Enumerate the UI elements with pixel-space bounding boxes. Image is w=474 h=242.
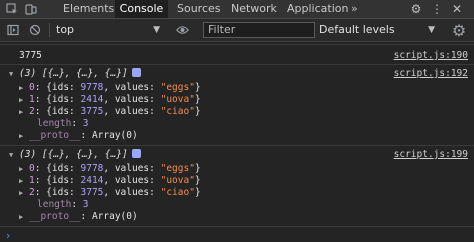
clear-console-icon[interactable] xyxy=(28,23,42,37)
source-link[interactable]: script.js:199 xyxy=(394,149,468,160)
info-badge-icon xyxy=(131,68,141,77)
expand-triangle-icon[interactable]: ▶ xyxy=(19,189,23,197)
toolbar-divider xyxy=(49,23,50,37)
console-message: 3775 script.js:190 xyxy=(0,50,474,64)
tree-item[interactable]: ▶ 2: {ids: 3775, values: "ciao"} xyxy=(0,187,474,199)
expand-triangle-icon[interactable]: ▼ xyxy=(9,151,13,159)
expand-triangle-icon[interactable]: ▶ xyxy=(19,132,23,140)
tab-network[interactable]: Network xyxy=(231,0,277,18)
array-summary: (3) [{…}, {…}, {…}] xyxy=(19,68,141,79)
logged-value: 3775 xyxy=(19,50,42,61)
more-tabs-button[interactable]: » xyxy=(351,0,358,18)
expand-triangle-icon[interactable]: ▼ xyxy=(9,70,13,78)
log-levels-dropdown[interactable]: Default levels ▼ xyxy=(319,22,437,38)
expand-triangle-icon[interactable]: ▶ xyxy=(19,84,23,92)
source-link[interactable]: script.js:192 xyxy=(394,68,468,79)
expand-triangle-icon[interactable]: ▶ xyxy=(19,177,23,185)
show-sidebar-icon[interactable] xyxy=(6,23,20,37)
tree-item[interactable]: ▶ 1: {ids: 2414, values: "uova"} xyxy=(0,175,474,187)
tree-item[interactable]: ▶ __proto__: Array(0) xyxy=(0,130,474,142)
console-settings-gear-icon[interactable]: ⚙ xyxy=(452,21,466,40)
tree-item: length: 3 xyxy=(37,199,89,210)
tab-application[interactable]: Application xyxy=(287,0,348,18)
settings-gear-icon[interactable]: ⚙ xyxy=(409,2,423,16)
divider xyxy=(0,226,474,227)
tree-item: length: 3 xyxy=(37,118,89,129)
expand-triangle-icon[interactable]: ▶ xyxy=(19,108,23,116)
divider xyxy=(0,44,474,45)
tab-elements[interactable]: Elements xyxy=(63,0,114,18)
console-prompt[interactable]: › xyxy=(6,229,10,242)
live-expression-eye-icon[interactable] xyxy=(175,23,189,37)
array-summary: (3) [{…}, {…}, {…}] xyxy=(19,149,141,160)
log-levels-value: Default levels xyxy=(319,23,395,36)
source-link[interactable]: script.js:190 xyxy=(394,50,468,61)
divider xyxy=(0,145,474,146)
chevron-down-icon: ▼ xyxy=(428,25,435,35)
device-toolbar-icon[interactable] xyxy=(24,2,38,16)
tree-item[interactable]: ▶ 0: {ids: 9778, values: "eggs"} xyxy=(0,163,474,175)
inspect-element-icon[interactable] xyxy=(5,2,19,16)
expand-triangle-icon[interactable]: ▶ xyxy=(19,96,23,104)
console-message[interactable]: ▼ (3) [{…}, {…}, {…}] script.js:199 xyxy=(0,149,474,163)
tree-item[interactable]: ▶ 0: {ids: 9778, values: "eggs"} xyxy=(0,82,474,94)
console-toolbar: top ▼ Filter Default levels ▼ ⚙ xyxy=(0,19,474,42)
context-value: top xyxy=(56,23,75,36)
chevron-down-icon: ▼ xyxy=(153,25,160,35)
tree-item[interactable]: ▶ 2: {ids: 3775, values: "ciao"} xyxy=(0,106,474,118)
expand-triangle-icon[interactable]: ▶ xyxy=(19,213,23,221)
filter-input[interactable]: Filter xyxy=(203,22,315,38)
tab-console[interactable]: Console xyxy=(115,0,168,18)
devtools-tabbar: Elements Console Sources Network Applica… xyxy=(0,0,474,19)
tree-item[interactable]: ▶ __proto__: Array(0) xyxy=(0,211,474,223)
info-badge-icon xyxy=(131,149,141,158)
tree-item[interactable]: ▶ 1: {ids: 2414, values: "uova"} xyxy=(0,94,474,106)
expand-triangle-icon[interactable]: ▶ xyxy=(19,165,23,173)
kebab-menu-icon[interactable]: ⋮ xyxy=(430,2,444,16)
context-selector[interactable]: top ▼ xyxy=(56,22,162,38)
console-message[interactable]: ▼ (3) [{…}, {…}, {…}] script.js:192 xyxy=(0,68,474,82)
console-output: 3775 script.js:190 ▼ (3) [{…}, {…}, {…}]… xyxy=(0,42,474,241)
tab-sources[interactable]: Sources xyxy=(177,0,221,18)
divider xyxy=(0,64,474,65)
close-icon[interactable]: ✕ xyxy=(450,2,464,16)
